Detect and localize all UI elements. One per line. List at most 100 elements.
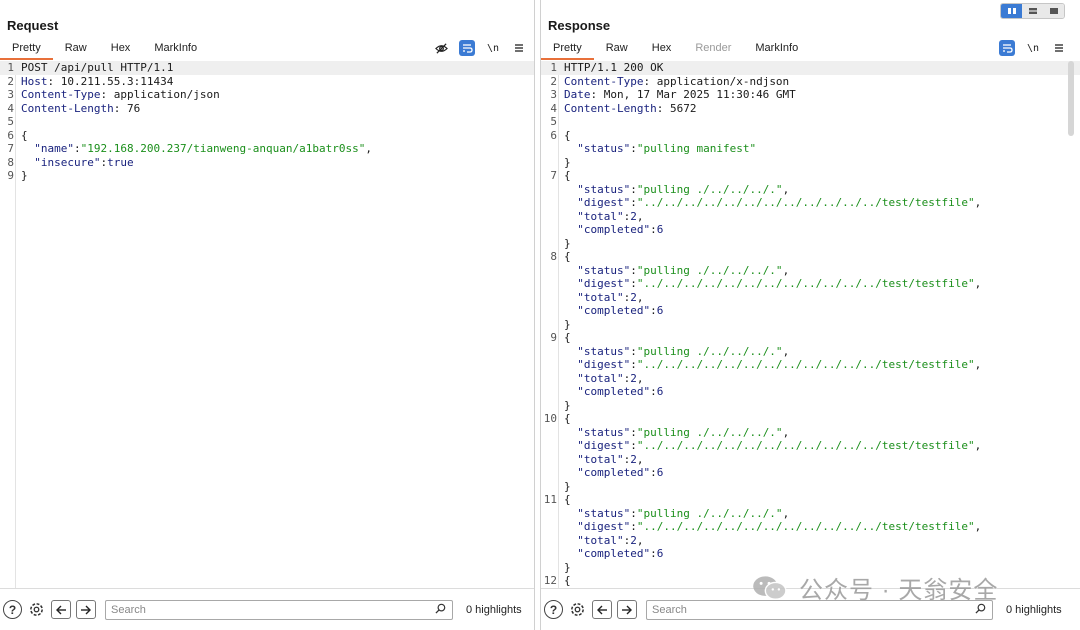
layout-single-icon[interactable] — [1043, 4, 1064, 18]
line-number: 1 — [550, 61, 557, 74]
line-content: { — [14, 129, 28, 143]
forward-arrow-icon[interactable] — [76, 600, 96, 619]
response-search-input[interactable] — [652, 603, 992, 616]
line-content: "status":"pulling manifest" — [557, 142, 756, 156]
request-pane: Request Pretty Raw Hex MarkInfo \n 1 POST… — [0, 0, 535, 630]
code-token: : — [650, 466, 657, 479]
request-search-input[interactable] — [111, 603, 452, 616]
request-code-line: 2 Host: 10.211.55.3:11434 — [0, 75, 534, 89]
request-editor[interactable]: 1 POST /api/pull HTTP/1.1 2 Host: 10.211.55… — [0, 61, 534, 588]
code-token: , — [365, 142, 373, 155]
response-code-line: } — [541, 237, 1080, 251]
search-icon[interactable] — [975, 603, 986, 617]
line-number: 8 — [550, 250, 557, 263]
code-token: true — [107, 155, 134, 169]
request-tab-markinfo[interactable]: MarkInfo — [142, 40, 209, 60]
code-token: , — [782, 344, 790, 358]
layout-rows-icon[interactable] — [1022, 4, 1043, 18]
back-arrow-icon[interactable] — [592, 600, 612, 619]
line-number: 5 — [7, 115, 14, 128]
response-search-box — [646, 599, 993, 620]
menu-icon[interactable] — [511, 40, 527, 56]
code-token: , — [636, 290, 644, 304]
settings-icon[interactable] — [568, 600, 587, 619]
response-code-line: "status":"pulling manifest" — [541, 142, 1080, 156]
help-icon[interactable]: ? — [3, 600, 22, 619]
code-token: "pulling ./../../../." — [636, 506, 783, 520]
code-token: Content-Length — [564, 101, 657, 115]
line-number — [541, 264, 557, 278]
menu-icon[interactable] — [1051, 40, 1067, 56]
line-content: { — [557, 574, 571, 588]
code-token: "completed" — [564, 385, 651, 398]
line-content: "completed":6 — [557, 304, 663, 318]
wrap-icon[interactable] — [459, 40, 475, 56]
eye-off-icon[interactable] — [433, 40, 449, 56]
code-token: "total" — [564, 533, 624, 547]
code-token: 2 — [630, 533, 637, 547]
code-token: : — [630, 196, 637, 209]
request-tab-raw[interactable]: Raw — [53, 40, 99, 60]
code-token: , — [974, 439, 982, 452]
code-token: "pulling ./../../../." — [636, 182, 783, 196]
code-token: : application/json — [100, 88, 220, 101]
response-code-line: "completed":6 — [541, 385, 1080, 399]
response-code-line: } — [541, 156, 1080, 170]
newline-icon[interactable]: \n — [1025, 40, 1041, 56]
response-tab-render[interactable]: Render — [683, 40, 743, 60]
response-code-line: 12 { — [541, 574, 1080, 588]
request-title: Request — [7, 18, 59, 33]
line-content: Content-Type: application/json — [14, 88, 220, 102]
response-tab-raw[interactable]: Raw — [594, 40, 640, 60]
line-number — [541, 426, 557, 440]
request-tab-hex[interactable]: Hex — [99, 40, 143, 60]
line-number: 12 — [543, 574, 557, 587]
response-code-line: 2 Content-Type: application/x-ndjson — [541, 75, 1080, 89]
code-token: { — [564, 574, 571, 587]
response-scrollbar[interactable] — [1068, 61, 1074, 136]
line-content: } — [557, 156, 571, 170]
line-number — [541, 358, 557, 372]
response-tab-pretty[interactable]: Pretty — [541, 40, 594, 60]
response-code-line: 4 Content-Length: 5672 — [541, 102, 1080, 116]
help-icon[interactable]: ? — [544, 600, 563, 619]
back-arrow-icon[interactable] — [51, 600, 71, 619]
request-tab-pretty[interactable]: Pretty — [0, 40, 53, 60]
response-code-line: } — [541, 480, 1080, 494]
code-token: } — [564, 236, 571, 250]
newline-icon[interactable]: \n — [485, 40, 501, 56]
code-token: "../../../../../../../../../../../../tes… — [636, 196, 975, 209]
code-token: : — [630, 344, 637, 358]
response-editor[interactable]: 1 HTTP/1.1 200 OK 2 Content-Type: applicati… — [541, 61, 1080, 588]
code-token: , — [636, 452, 644, 466]
code-token: "completed" — [564, 304, 651, 317]
code-token: , — [782, 263, 790, 277]
response-code-line: "completed":6 — [541, 466, 1080, 480]
settings-icon[interactable] — [27, 600, 46, 619]
line-content: Date: Mon, 17 Mar 2025 11:30:46 GMT — [557, 88, 796, 102]
line-number: 7 — [550, 169, 557, 182]
line-number — [541, 439, 557, 453]
code-token: "status" — [564, 425, 631, 439]
code-token: 2 — [630, 290, 637, 304]
code-token: Content-Length — [21, 101, 114, 115]
forward-arrow-icon[interactable] — [617, 600, 637, 619]
line-number: 2 — [7, 74, 14, 88]
response-tab-markinfo[interactable]: MarkInfo — [743, 40, 810, 60]
line-content: { — [557, 493, 571, 507]
request-code-line: 3 Content-Type: application/json — [0, 88, 534, 102]
response-tab-hex[interactable]: Hex — [640, 40, 684, 60]
code-token: : — [630, 425, 637, 439]
response-code-line: 8{ — [541, 250, 1080, 264]
search-icon[interactable] — [435, 603, 446, 617]
line-number: 1 — [7, 61, 14, 74]
response-code-line: "digest":"../../../../../../../../../../… — [541, 277, 1080, 291]
code-token: "status" — [564, 142, 631, 155]
line-number: 10 — [543, 412, 557, 425]
line-content: "completed":6 — [557, 547, 663, 561]
wrap-icon[interactable] — [999, 40, 1015, 56]
line-content — [14, 115, 21, 129]
line-content: "total":2, — [557, 372, 643, 386]
code-token: POST /api/pull HTTP/1.1 — [21, 61, 174, 74]
layout-split-icon[interactable] — [1001, 4, 1022, 18]
